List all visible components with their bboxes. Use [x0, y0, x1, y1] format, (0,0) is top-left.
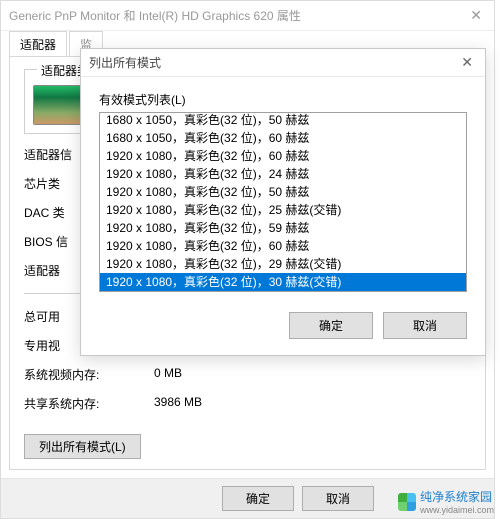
ok-button[interactable]: 确定: [222, 486, 294, 511]
close-icon[interactable]: ✕: [466, 7, 486, 24]
window-title: Generic PnP Monitor 和 Intel(R) HD Graphi…: [9, 7, 301, 24]
value-system-video-mem: 0 MB: [154, 366, 471, 383]
label-shared-mem: 共享系统内存:: [24, 395, 154, 412]
list-all-modes-button[interactable]: 列出所有模式(L): [24, 434, 141, 459]
mode-listbox[interactable]: 1680 x 1050，真彩色(32 位)，50 赫兹1680 x 1050，真…: [99, 112, 467, 292]
mode-list-item[interactable]: 1920 x 1080，真彩色(32 位)，29 赫兹(交错): [100, 255, 466, 273]
watermark-url: www.yidaimei.com: [420, 505, 494, 515]
modal-close-icon[interactable]: ✕: [457, 54, 477, 71]
modal-ok-button[interactable]: 确定: [289, 312, 373, 339]
mode-list-item[interactable]: 1920 x 1080，真彩色(32 位)，25 赫兹(交错): [100, 201, 466, 219]
watermark: 纯净系统家园 www.yidaimei.com: [398, 488, 494, 515]
list-modes-dialog: 列出所有模式 ✕ 有效模式列表(L) 1680 x 1050，真彩色(32 位)…: [80, 48, 486, 356]
modal-title-text: 列出所有模式: [89, 54, 161, 71]
modal-titlebar: 列出所有模式 ✕: [81, 49, 485, 77]
value-shared-mem: 3986 MB: [154, 395, 471, 412]
titlebar: Generic PnP Monitor 和 Intel(R) HD Graphi…: [1, 1, 494, 31]
mode-list-label: 有效模式列表(L): [99, 91, 467, 108]
mode-list-item[interactable]: 1920 x 1080，真彩色(32 位)，50 赫兹: [100, 183, 466, 201]
modal-cancel-button[interactable]: 取消: [383, 312, 467, 339]
mode-list-item[interactable]: 1920 x 1080，真彩色(32 位)，60 赫兹: [100, 147, 466, 165]
mode-list-item[interactable]: 1680 x 1050，真彩色(32 位)，50 赫兹: [100, 112, 466, 129]
cancel-button[interactable]: 取消: [302, 486, 374, 511]
mode-list-item[interactable]: 1920 x 1080，真彩色(32 位)，60 赫兹: [100, 237, 466, 255]
watermark-logo-icon: [398, 493, 416, 511]
mode-list-item[interactable]: 1920 x 1080，真彩色(32 位)，59 赫兹: [100, 219, 466, 237]
mode-list-item[interactable]: 1680 x 1050，真彩色(32 位)，60 赫兹: [100, 129, 466, 147]
tab-adapter[interactable]: 适配器: [9, 31, 67, 57]
label-system-video-mem: 系统视频内存:: [24, 366, 154, 383]
watermark-brand: 纯净系统家园: [420, 490, 492, 504]
mode-list-item[interactable]: 1920 x 1080，真彩色(32 位)，30 赫兹(交错): [100, 273, 466, 291]
mode-list-item[interactable]: 1920 x 1080，真彩色(32 位)，24 赫兹: [100, 165, 466, 183]
